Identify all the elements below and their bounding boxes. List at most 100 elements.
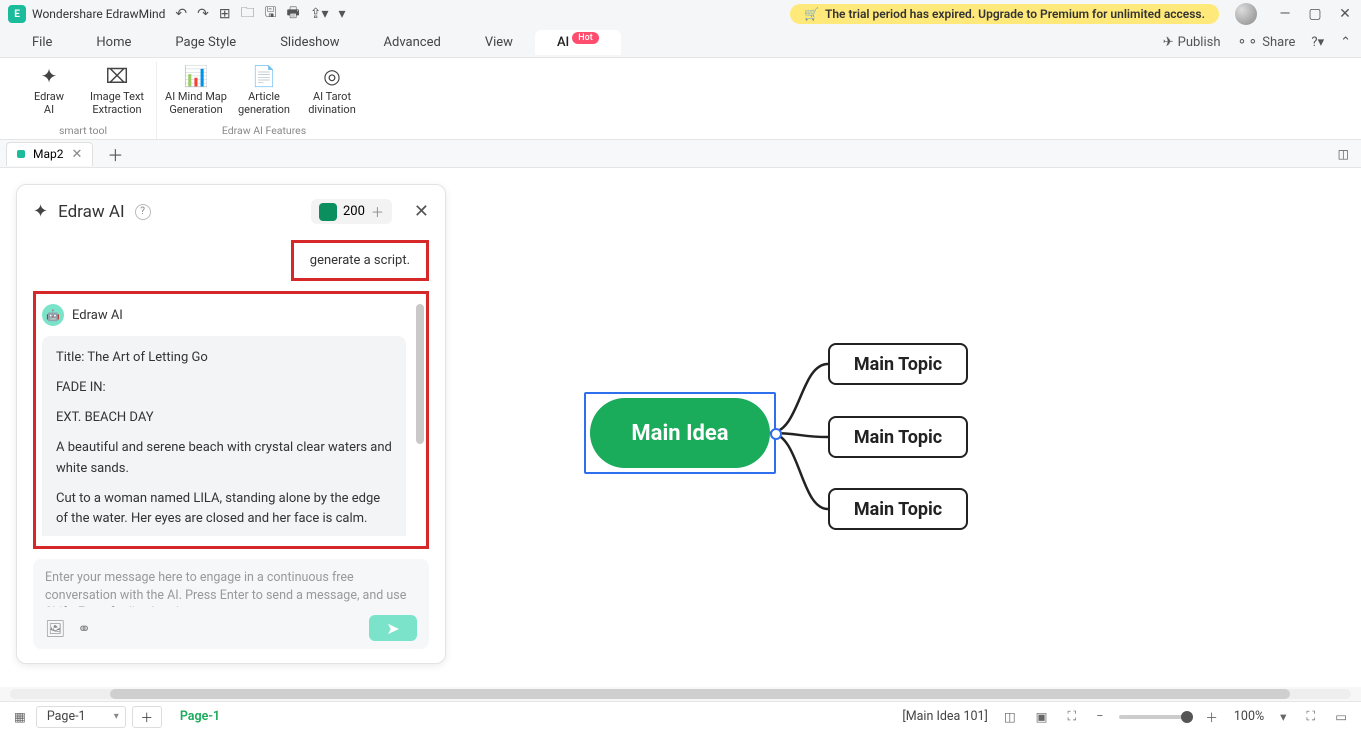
ai-mindmap-gen-button[interactable]: 📊 AI Mind MapGeneration <box>163 62 229 116</box>
export-icon[interactable]: ⇪▾ <box>310 6 329 22</box>
chain-tool-icon[interactable]: ⚭ <box>77 619 90 638</box>
mindmap-gen-label: AI Mind MapGeneration <box>165 90 227 116</box>
ai-panel-title: Edraw AI <box>58 202 124 222</box>
page-selector-label: Page-1 <box>47 709 86 724</box>
article-gen-label: Articlegeneration <box>238 90 290 116</box>
main-idea-node[interactable]: Main Idea <box>590 398 770 468</box>
mindmap-icon: 📊 <box>184 64 209 88</box>
menu-bar: File Home Page Style Slideshow Advanced … <box>0 28 1361 58</box>
trial-text: The trial period has expired. Upgrade to… <box>825 7 1205 21</box>
window-controls: — ▢ ✕ <box>1277 6 1353 22</box>
topic-node-2[interactable]: Main Topic <box>828 416 968 458</box>
view-mode-2-icon[interactable]: ▣ <box>1032 709 1052 725</box>
tarot-label: AI Tarotdivination <box>308 90 356 116</box>
add-page-button[interactable]: ＋ <box>132 706 162 728</box>
add-credits-icon[interactable]: ＋ <box>371 202 384 221</box>
undo-icon[interactable]: ↶ <box>175 6 187 22</box>
ai-tarot-button[interactable]: ◎ AI Tarotdivination <box>299 62 365 116</box>
response-line-2: FADE IN: <box>56 378 392 398</box>
send-icon: ➤ <box>386 619 399 638</box>
ai-response-highlight: 🤖 Edraw AI Title: The Art of Letting Go … <box>33 291 429 549</box>
scroll-thumb[interactable] <box>110 689 1290 699</box>
menu-view[interactable]: View <box>463 30 535 55</box>
canvas-area[interactable]: ✦ Edraw AI ? 200 ＋ ✕ generate a script. … <box>0 168 1361 687</box>
ribbon: ✦ EdrawAI ⌧ Image TextExtraction smart t… <box>0 58 1361 140</box>
open-icon[interactable]: 🗀 <box>241 2 255 26</box>
user-message: generate a script. <box>310 253 410 268</box>
panel-toggle-icon[interactable]: ◫ <box>1332 147 1355 161</box>
horizontal-scrollbar[interactable] <box>0 687 1361 701</box>
image-text-extraction-button[interactable]: ⌧ Image TextExtraction <box>84 62 150 116</box>
ai-input-area[interactable]: Enter your message here to engage in a c… <box>33 559 429 649</box>
outline-icon[interactable]: ▦ <box>10 709 30 725</box>
page-selector[interactable]: Page-1 <box>36 706 126 728</box>
zoom-out-icon[interactable]: − <box>1092 709 1107 724</box>
menu-home[interactable]: Home <box>74 30 153 55</box>
zoom-dropdown-icon[interactable]: ▾ <box>1276 709 1290 725</box>
response-scrollbar[interactable] <box>416 304 424 444</box>
redo-icon[interactable]: ↷ <box>197 6 209 22</box>
qat-dropdown-icon[interactable]: ▾ <box>339 6 346 22</box>
close-tab-icon[interactable]: ✕ <box>72 147 83 162</box>
document-tabs: Map2 ✕ ＋ ◫ <box>0 140 1361 168</box>
topic-node-1[interactable]: Main Topic <box>828 343 968 385</box>
ribbon-group-ai-features: 📊 AI Mind MapGeneration 📄 Articlegenerat… <box>157 62 371 139</box>
publish-button[interactable]: ✈ Publish <box>1163 35 1221 50</box>
response-line-1: Title: The Art of Letting Go <box>56 348 392 368</box>
topic-node-3[interactable]: Main Topic <box>828 488 968 530</box>
image-text-label: Image TextExtraction <box>90 90 144 116</box>
user-avatar[interactable] <box>1235 3 1257 25</box>
close-icon[interactable]: ✕ <box>1337 6 1353 22</box>
zoom-slider[interactable] <box>1119 715 1189 719</box>
minimize-icon[interactable]: — <box>1277 6 1293 22</box>
help-dropdown[interactable]: ?▾ <box>1311 35 1324 50</box>
quick-access-toolbar: ↶ ↷ ⊞ 🗀 🖫 🖶 ⇪▾ ▾ <box>175 2 345 26</box>
share-icon: ⚬⚬ <box>1236 35 1258 50</box>
help-icon[interactable]: ? <box>135 204 151 220</box>
ai-input-placeholder: Enter your message here to engage in a c… <box>45 569 417 607</box>
close-panel-icon[interactable]: ✕ <box>414 201 429 222</box>
zoom-knob[interactable] <box>1181 711 1193 723</box>
group-label-ai-features: Edraw AI Features <box>222 124 306 139</box>
edraw-ai-panel: ✦ Edraw AI ? 200 ＋ ✕ generate a script. … <box>16 184 446 664</box>
send-button[interactable]: ➤ <box>369 615 417 641</box>
article-icon: 📄 <box>252 64 277 88</box>
node-handle[interactable] <box>770 428 782 440</box>
response-line-3: EXT. BEACH DAY <box>56 408 392 428</box>
new-icon[interactable]: ⊞ <box>219 6 231 22</box>
article-gen-button[interactable]: 📄 Articlegeneration <box>231 62 297 116</box>
ai-panel-header: ✦ Edraw AI ? 200 ＋ ✕ <box>33 199 429 224</box>
image-tool-icon[interactable]: 🖼 <box>45 619 65 638</box>
trial-banner[interactable]: 🛒 The trial period has expired. Upgrade … <box>790 4 1219 24</box>
share-button[interactable]: ⚬⚬Share <box>1236 35 1295 50</box>
cart-icon: 🛒 <box>804 7 819 21</box>
collapse-statusbar-icon[interactable]: ▭ <box>1331 709 1351 725</box>
app-logo: E <box>8 5 26 23</box>
menu-advanced[interactable]: Advanced <box>362 30 463 55</box>
menu-page-style[interactable]: Page Style <box>153 30 258 55</box>
print-icon[interactable]: 🖶 <box>287 2 300 26</box>
active-page-label[interactable]: Page-1 <box>180 709 220 724</box>
edraw-ai-label: EdrawAI <box>34 90 64 116</box>
add-tab-button[interactable]: ＋ <box>101 142 129 166</box>
fullscreen-icon[interactable]: ⛶ <box>1302 709 1319 724</box>
zoom-in-icon[interactable]: ＋ <box>1201 707 1222 726</box>
ai-sparkle-icon: ✦ <box>33 201 48 222</box>
response-line-4: A beautiful and serene beach with crysta… <box>56 438 392 478</box>
menu-slideshow[interactable]: Slideshow <box>258 30 361 55</box>
collapse-ribbon-icon[interactable]: ⌃ <box>1340 35 1351 50</box>
publish-label: Publish <box>1178 35 1221 50</box>
fit-page-icon[interactable]: ⛶ <box>1063 709 1080 724</box>
menu-ai[interactable]: AIHot <box>535 30 621 55</box>
menu-file[interactable]: File <box>10 30 74 55</box>
ai-responder-name: Edraw AI <box>72 308 123 323</box>
edraw-ai-button[interactable]: ✦ EdrawAI <box>16 62 82 116</box>
credits-badge-icon <box>319 203 337 221</box>
doc-tab-map2[interactable]: Map2 ✕ <box>6 142 93 166</box>
view-mode-1-icon[interactable]: ◫ <box>1000 709 1020 725</box>
credits-count: 200 <box>343 204 365 219</box>
status-bar: ▦ Page-1 ＋ Page-1 [Main Idea 101] ◫ ▣ ⛶ … <box>0 701 1361 731</box>
maximize-icon[interactable]: ▢ <box>1307 6 1323 22</box>
publish-icon: ✈ <box>1163 35 1174 50</box>
save-icon[interactable]: 🖫 <box>265 2 277 26</box>
